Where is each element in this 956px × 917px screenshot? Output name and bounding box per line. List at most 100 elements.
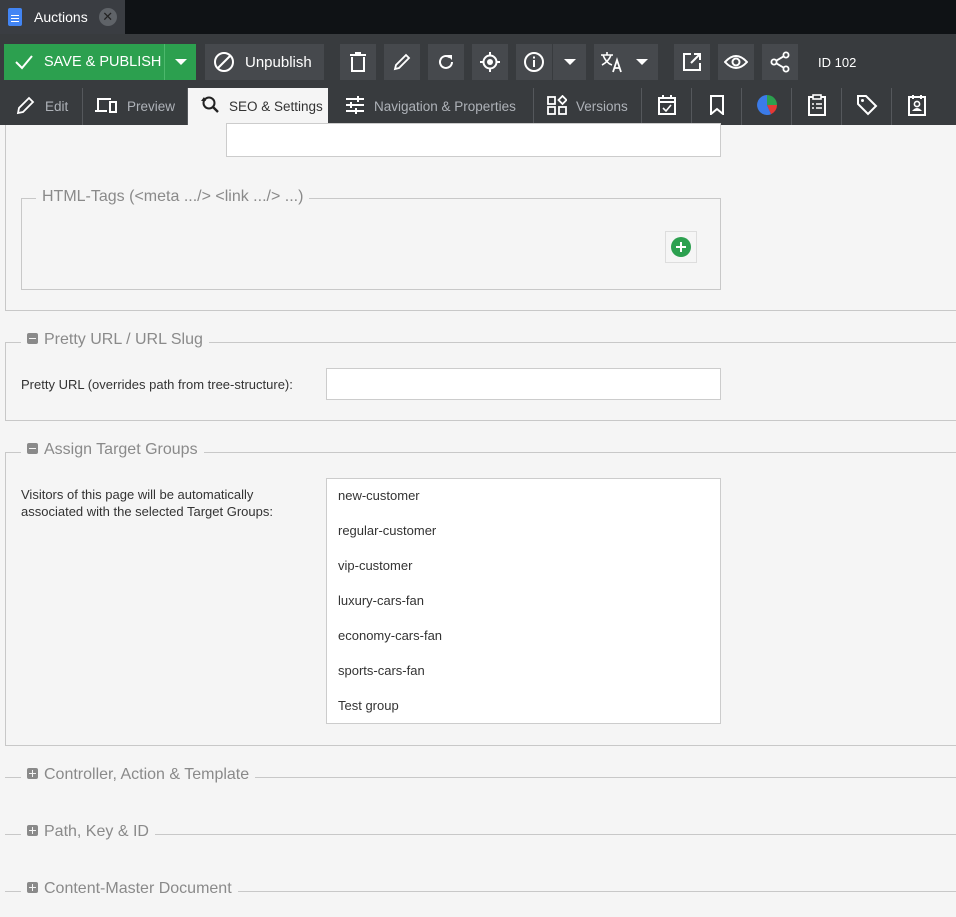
controller-legend[interactable]: Controller, Action & Template (21, 766, 256, 784)
tag-icon (856, 94, 878, 119)
tab-preview[interactable]: Preview (83, 88, 188, 125)
translate-button[interactable] (594, 44, 658, 80)
html-tags-legend: HTML-Tags (<meta .../> <link .../> ...) (36, 188, 310, 206)
tab-label: Versions (576, 99, 628, 114)
fieldset-border (5, 745, 956, 746)
translate-icon (600, 51, 624, 73)
path-key-title: Path, Key & ID (44, 823, 149, 840)
devices-icon (94, 96, 118, 117)
pretty-url-legend[interactable]: Pretty URL / URL Slug (21, 331, 209, 349)
open-external-icon (682, 52, 702, 72)
tab-label: Preview (127, 99, 176, 114)
fieldset-border (5, 310, 956, 311)
path-key-legend[interactable]: Path, Key & ID (21, 823, 155, 841)
badge-icon (907, 94, 927, 119)
target-groups-multiselect[interactable]: new-customer regular-customer vip-custom… (326, 478, 721, 724)
info-button[interactable] (516, 44, 552, 80)
tab-seo-settings[interactable]: SEO & Settings (188, 88, 328, 125)
expand-icon[interactable] (27, 881, 38, 893)
bookmark-icon (709, 95, 725, 118)
info-dropdown[interactable] (553, 44, 586, 80)
share-button[interactable] (762, 44, 798, 80)
pretty-url-label: Pretty URL (overrides path from tree-str… (21, 377, 293, 392)
target-group-option[interactable]: Test group (338, 698, 399, 713)
fieldset-border (21, 289, 721, 290)
document-icon (8, 8, 22, 26)
pretty-url-input[interactable] (326, 368, 721, 400)
pretty-url-title: Pretty URL / URL Slug (44, 331, 203, 348)
toolbar: SAVE & PUBLISH Unpublish ID 102 (0, 34, 956, 88)
save-options-dropdown[interactable] (164, 44, 196, 80)
tab-label: Edit (45, 99, 69, 114)
seo-settings-panel: HTML-Tags (<meta .../> <link .../> ...) … (0, 123, 956, 917)
title-bar: Auctions ✕ (0, 0, 956, 34)
tab-reports[interactable] (742, 88, 792, 125)
fieldset-border (5, 125, 6, 311)
collapse-icon[interactable] (27, 332, 38, 344)
document-id: ID 102 (818, 55, 857, 70)
seo-search-icon (200, 95, 220, 118)
reload-button[interactable] (428, 44, 464, 80)
tab-navigation-properties[interactable]: Navigation & Properties (328, 88, 534, 125)
collapse-icon[interactable] (27, 442, 38, 454)
pencil-icon (392, 52, 412, 72)
save-publish-label: SAVE & PUBLISH (44, 54, 162, 70)
target-group-option[interactable]: regular-customer (338, 523, 436, 538)
tab-bookmark[interactable] (692, 88, 742, 125)
add-circle-icon (671, 237, 691, 257)
content-master-legend[interactable]: Content-Master Document (21, 880, 238, 898)
close-icon[interactable]: ✕ (98, 8, 117, 26)
share-icon (770, 51, 790, 73)
check-icon (14, 52, 34, 72)
info-icon (523, 51, 545, 73)
add-html-tag-button[interactable] (665, 231, 697, 263)
tab-label: SEO & Settings (229, 99, 323, 114)
preview-button[interactable] (718, 44, 754, 80)
locate-icon (479, 51, 501, 73)
fieldset-border (5, 342, 6, 421)
target-group-option[interactable]: vip-customer (338, 558, 412, 573)
delete-icon (349, 52, 367, 72)
pencil-icon (16, 95, 36, 118)
schedule-calendar-icon (657, 94, 677, 119)
document-tab[interactable]: Auctions ✕ (0, 0, 125, 34)
fieldset-border (21, 198, 22, 290)
rename-button[interactable] (384, 44, 420, 80)
target-group-option[interactable]: new-customer (338, 488, 420, 503)
fieldset-border (5, 420, 956, 421)
save-publish-button[interactable]: SAVE & PUBLISH (4, 44, 164, 80)
fieldset-border (720, 198, 721, 290)
controller-title: Controller, Action & Template (44, 766, 250, 783)
versions-icon (547, 94, 568, 118)
unpublish-button[interactable]: Unpublish (205, 44, 324, 80)
target-groups-legend[interactable]: Assign Target Groups (21, 441, 204, 459)
locate-in-tree-button[interactable] (472, 44, 508, 80)
open-in-new-window-button[interactable] (674, 44, 710, 80)
tab-schedule[interactable] (642, 88, 692, 125)
tab-versions[interactable]: Versions (534, 88, 642, 125)
tab-dependencies[interactable] (892, 88, 942, 125)
delete-button[interactable] (340, 44, 376, 80)
chevron-down-icon (636, 59, 648, 65)
target-group-option[interactable]: economy-cars-fan (338, 628, 442, 643)
tab-edit[interactable]: Edit (0, 88, 83, 125)
unpublish-icon (213, 51, 235, 73)
target-group-option[interactable]: luxury-cars-fan (338, 593, 424, 608)
pie-chart-icon (756, 95, 777, 118)
tab-notes[interactable] (792, 88, 842, 125)
clipboard-list-icon (807, 94, 827, 119)
tab-tags[interactable] (842, 88, 892, 125)
target-groups-title: Assign Target Groups (44, 441, 198, 458)
sliders-icon (345, 96, 365, 117)
content-master-title: Content-Master Document (44, 880, 232, 897)
editor-tabs: Edit Preview SEO & Settings Navigation &… (0, 88, 956, 125)
unpublish-label: Unpublish (245, 53, 312, 71)
document-tab-title: Auctions (34, 9, 88, 25)
reload-icon (436, 52, 456, 72)
target-groups-label: Visitors of this page will be automatica… (21, 487, 273, 519)
expand-icon[interactable] (27, 824, 38, 836)
tab-label: Navigation & Properties (374, 99, 516, 114)
target-group-option[interactable]: sports-cars-fan (338, 663, 425, 678)
meta-description-input[interactable] (226, 123, 721, 157)
expand-icon[interactable] (27, 767, 38, 779)
